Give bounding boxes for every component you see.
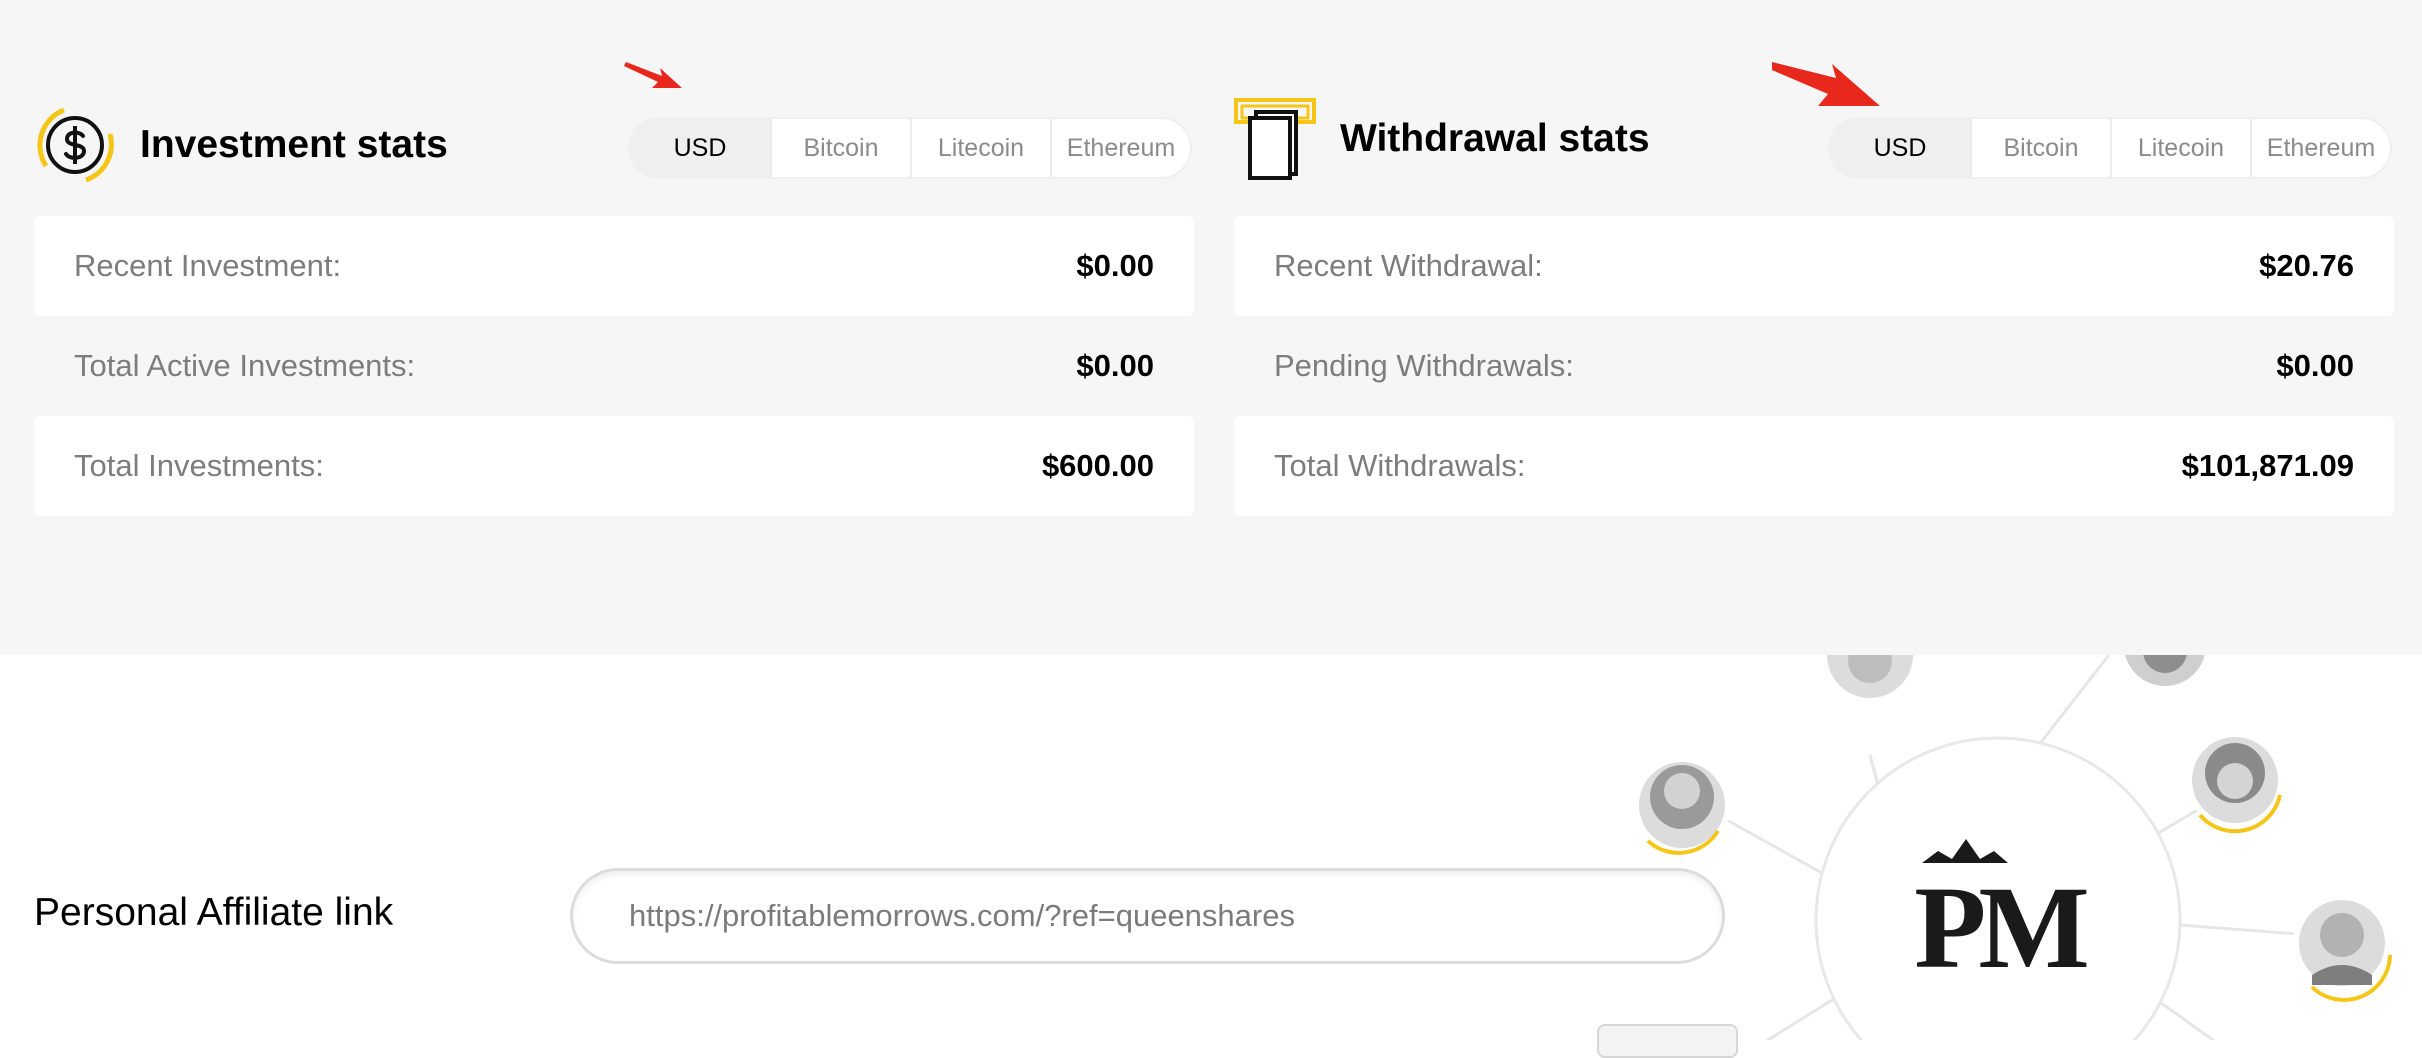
recent-investment-row: Recent Investment: $0.00 <box>34 216 1194 316</box>
avatar <box>2186 731 2284 834</box>
withdrawal-stats-title: Withdrawal stats <box>1340 117 1650 160</box>
total-active-investments-row: Total Active Investments: $0.00 <box>34 316 1194 416</box>
avatar <box>2293 894 2392 1002</box>
stat-value: $0.00 <box>2276 348 2354 383</box>
stat-value: $20.76 <box>2259 248 2354 283</box>
stat-label: Recent Investment: <box>74 248 342 283</box>
avatar <box>1633 756 1731 855</box>
withdrawal-currency-tabs: USD Bitcoin Litecoin Ethereum <box>1830 119 2390 177</box>
stat-value: $600.00 <box>1041 448 1154 483</box>
avatar <box>2119 655 2211 692</box>
stat-label: Total Active Investments: <box>74 348 416 383</box>
stat-label: Total Withdrawals: <box>1274 448 1526 483</box>
red-arrow-annotation <box>624 62 682 88</box>
investment-stats-title: Investment stats <box>140 123 448 166</box>
investment-stats-header: Investment stats <box>34 104 448 186</box>
tab-bitcoin[interactable]: Bitcoin <box>770 119 910 177</box>
stat-label: Pending Withdrawals: <box>1274 348 1574 383</box>
tab-litecoin[interactable]: Litecoin <box>2110 119 2250 177</box>
investment-currency-tabs: USD Bitcoin Litecoin Ethereum <box>630 119 1190 177</box>
affiliate-link-input[interactable] <box>570 868 1725 964</box>
tab-bitcoin[interactable]: Bitcoin <box>1970 119 2110 177</box>
recent-withdrawal-row: Recent Withdrawal: $20.76 <box>1234 216 2394 316</box>
stat-value: $0.00 <box>1076 348 1154 383</box>
tab-usd[interactable]: USD <box>1830 119 1970 177</box>
svg-text:PM: PM <box>1914 862 2086 993</box>
red-arrow-annotation <box>1772 62 1880 106</box>
affiliate-link-label: Personal Affiliate link <box>34 891 394 934</box>
stat-label: Recent Withdrawal: <box>1274 248 1543 283</box>
dollar-coin-icon <box>37 107 114 183</box>
pending-withdrawals-row: Pending Withdrawals: $0.00 <box>1234 316 2394 416</box>
tab-usd[interactable]: USD <box>630 119 770 177</box>
withdrawal-stats-header: Withdrawal stats <box>1234 98 1650 180</box>
stat-label: Total Investments: <box>74 448 324 483</box>
total-withdrawals-row: Total Withdrawals: $101,871.09 <box>1234 416 2394 516</box>
total-investments-row: Total Investments: $600.00 <box>34 416 1194 516</box>
tab-litecoin[interactable]: Litecoin <box>910 119 1050 177</box>
atm-withdraw-icon <box>1234 98 1316 180</box>
pm-logo: PM <box>1914 839 2094 993</box>
tab-ethereum[interactable]: Ethereum <box>1050 119 1190 177</box>
stat-value: $101,871.09 <box>2181 448 2354 483</box>
stat-value: $0.00 <box>1076 248 1154 283</box>
avatar <box>1821 655 1919 704</box>
tab-ethereum[interactable]: Ethereum <box>2250 119 2390 177</box>
referral-network-graphic: PM <box>1633 655 2392 1040</box>
